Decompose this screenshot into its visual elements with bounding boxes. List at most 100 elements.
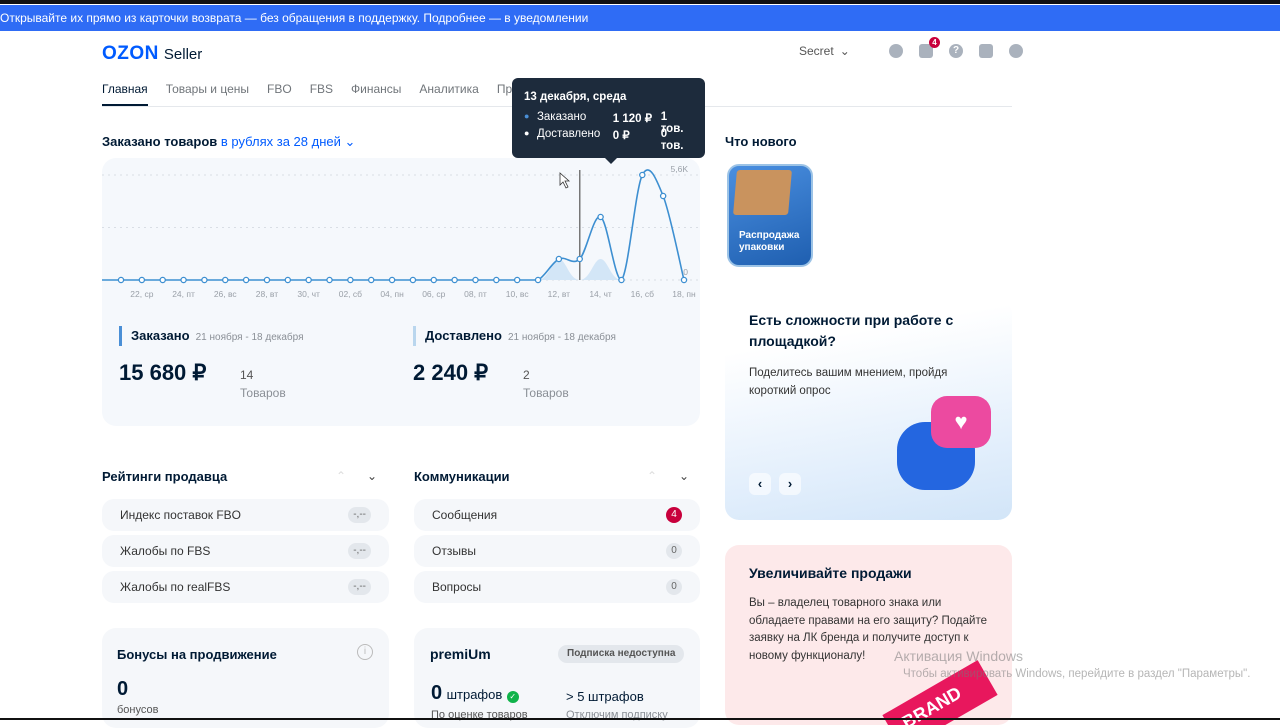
ordered-point (680, 276, 688, 284)
account-name: Secret (799, 44, 834, 58)
dot-icon: ● (524, 111, 530, 121)
ordered-point (659, 192, 667, 200)
ordered-point (409, 276, 417, 284)
orders-chart[interactable]: 22, ср 24, пт 26, вс 28, вт 30, чт 02, сб 04, … (102, 158, 700, 303)
prev-arrow-icon[interactable]: ‹ (749, 473, 771, 495)
nav-products[interactable]: Товары и цены (166, 82, 249, 106)
x-tick-label: 16, сб (631, 289, 654, 299)
tooltip-count: 1 тов. (660, 111, 684, 135)
fines-label: штрафов (446, 687, 503, 702)
rating-row[interactable]: Жалобы по realFBS -,-- (102, 571, 389, 603)
ordered-point (305, 276, 312, 284)
summary-period: 21 ноября - 18 декабря (507, 332, 616, 343)
account-switcher[interactable]: Secret ⌄ (799, 44, 873, 58)
comms-label: Вопросы (432, 580, 482, 594)
ordered-point (367, 276, 375, 284)
chevron-up-icon[interactable]: ⌃ (647, 469, 657, 483)
bonus-value: 0 (117, 678, 129, 700)
education-icon[interactable] (979, 44, 993, 58)
chevron-down-icon[interactable]: ⌄ (679, 469, 689, 483)
ordered-point (117, 276, 125, 284)
summary-period: 21 ноября - 18 декабря (195, 332, 304, 343)
nav-fbs[interactable]: FBS (310, 82, 333, 106)
ozon-seller-logo[interactable]: OZON Seller (102, 43, 202, 65)
bonus-title: Бонусы на продвижение (117, 647, 277, 662)
story-label: Распродажа упаковки (739, 230, 800, 253)
top-edge (0, 0, 1280, 4)
rating-value: -,-- (348, 579, 371, 595)
chevron-up-icon[interactable]: ⌃ (336, 469, 346, 483)
ordered-point (326, 276, 333, 284)
rating-row[interactable]: Индекс поставок FBO -,-- (102, 499, 389, 531)
fines-limit: > 5 штрафов (566, 689, 644, 704)
x-tick-label: 04, пн (380, 289, 404, 299)
ordered-point (242, 276, 250, 284)
windows-watermark-text: Чтобы активировать Windows, перейдите в … (903, 668, 1251, 680)
nav-finance[interactable]: Финансы (351, 82, 401, 106)
ordered-point (451, 276, 458, 284)
premium-card: premiUm Подписка недоступна 0 штрафов ✓ … (414, 628, 700, 728)
survey-card[interactable]: Есть сложности при работе с площадкой? П… (725, 300, 1012, 520)
comms-title: Коммуникации (414, 469, 510, 484)
nav-home[interactable]: Главная (102, 82, 148, 106)
ordered-point (597, 213, 604, 221)
period-filter[interactable]: в рублях за 28 дней (221, 134, 341, 149)
x-tick-label: 18, пн (672, 289, 696, 299)
sales-card[interactable]: Увеличивайте продажи Вы – владелец товар… (725, 545, 1012, 725)
info-icon[interactable]: i (357, 644, 373, 660)
summary-count: 14 (240, 368, 254, 382)
ordered-point (138, 276, 146, 284)
next-arrow-icon[interactable]: › (779, 473, 801, 495)
rating-value: -,-- (348, 543, 371, 559)
chat-icon[interactable]: 4 (919, 37, 940, 58)
x-tick-label: 12, вт (548, 289, 571, 299)
rating-label: Жалобы по realFBS (120, 580, 231, 594)
ordered-point (639, 171, 646, 179)
chevron-down-icon: ⌄ (839, 44, 850, 58)
comms-row-questions[interactable]: Вопросы 0 (414, 571, 700, 603)
ordered-point (159, 276, 166, 284)
rating-row[interactable]: Жалобы по FBS -,-- (102, 535, 389, 567)
x-tick-label: 14, чт (589, 289, 612, 299)
comms-row-messages[interactable]: Сообщения 4 (414, 499, 700, 531)
x-tick-label: 10, вс (506, 289, 530, 299)
summary-count-label: Товаров (523, 386, 569, 400)
ordered-point (284, 276, 292, 284)
comms-count: 4 (666, 507, 682, 523)
fines-value: 0 (431, 682, 443, 704)
accent-bar (119, 326, 122, 346)
survey-title: Есть сложности при работе с площадкой? (749, 312, 954, 349)
comms-label: Сообщения (432, 508, 498, 522)
notification-banner[interactable]: Открывайте их прямо из карточки возврата… (0, 5, 1280, 31)
nav-fbo[interactable]: FBO (267, 82, 292, 106)
x-tick-label: 22, ср (130, 289, 153, 299)
summary-label: Доставлено 21 ноября - 18 декабря (425, 328, 616, 343)
orders-title: Заказано товаров в рублях за 28 дней ⌄ (102, 134, 355, 150)
chevron-down-icon[interactable]: ⌄ (367, 469, 377, 483)
check-icon: ✓ (506, 691, 519, 703)
logo-suffix: Seller (163, 46, 203, 63)
chevron-down-icon[interactable]: ⌄ (341, 134, 355, 149)
comms-label: Отзывы (432, 544, 476, 558)
ratings-title: Рейтинги продавца (102, 469, 228, 484)
y-tick-label: 0 (683, 267, 688, 277)
tooltip-date: 13 декабря, среда (524, 91, 627, 103)
ordered-point (493, 276, 500, 284)
tooltip-value: 1 120 ₽ (612, 113, 653, 125)
tooltip-value: 0 ₽ (612, 130, 630, 142)
ordered-point (472, 276, 479, 284)
megaphone-icon[interactable] (1009, 44, 1023, 58)
x-tick-label: 08, пт (464, 289, 487, 299)
x-tick-label: 30, чт (297, 289, 320, 299)
help-icon[interactable]: ? (949, 44, 963, 58)
nav-analytics[interactable]: Аналитика (419, 82, 478, 106)
box-image (733, 170, 792, 215)
ordered-point (534, 276, 542, 284)
profile-icon[interactable] (889, 44, 903, 58)
comms-count: 0 (666, 579, 682, 595)
ordered-point (513, 276, 521, 284)
comms-row-reviews[interactable]: Отзывы 0 (414, 535, 700, 567)
x-tick-label: 06, ср (422, 289, 445, 299)
rating-label: Индекс поставок FBO (120, 508, 242, 522)
tooltip-row: ● Доставлено 0 ₽ 0 тов. (524, 128, 693, 152)
